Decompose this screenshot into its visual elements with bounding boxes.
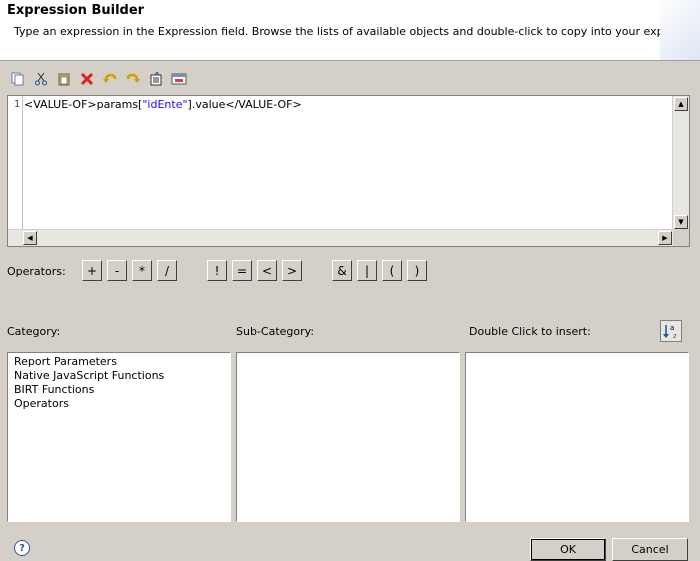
dialog-description: Type an expression in the Expression fie… bbox=[14, 25, 700, 38]
banner-decoration bbox=[660, 0, 700, 60]
validate-icon[interactable] bbox=[169, 69, 188, 88]
undo-icon[interactable] bbox=[100, 69, 119, 88]
expression-editor[interactable]: 1 <VALUE-OF>params["idEnte"].value</VALU… bbox=[7, 95, 690, 247]
operator-close-paren-button[interactable]: ) bbox=[407, 260, 427, 281]
operators-label: Operators: bbox=[7, 265, 66, 278]
cancel-button[interactable]: Cancel bbox=[612, 538, 688, 561]
help-icon[interactable]: ? bbox=[14, 540, 30, 556]
subcategory-list[interactable] bbox=[236, 352, 460, 522]
expression-text[interactable]: <VALUE-OF>params["idEnte"].value</VALUE-… bbox=[24, 98, 302, 111]
category-item-native-javascript-functions[interactable]: Native JavaScript Functions bbox=[14, 369, 230, 383]
scroll-down-button[interactable]: ▼ bbox=[674, 215, 688, 229]
code-string: "idEnte" bbox=[142, 98, 188, 111]
scroll-right-button[interactable]: ▶ bbox=[658, 231, 672, 245]
category-label: Category: bbox=[7, 325, 61, 338]
scrollbar-corner bbox=[673, 230, 689, 246]
editor-toolbar bbox=[8, 69, 188, 89]
horizontal-scrollbar[interactable]: ◀ ▶ bbox=[8, 229, 689, 246]
operator-and-button[interactable]: & bbox=[332, 260, 352, 281]
insert-list[interactable] bbox=[465, 352, 689, 522]
cut-icon[interactable] bbox=[31, 69, 50, 88]
subcategory-label: Sub-Category: bbox=[236, 325, 315, 338]
operator-less-than-button[interactable]: < bbox=[257, 260, 277, 281]
code-prefix: <VALUE-OF>params[ bbox=[24, 98, 143, 111]
operator-not-button[interactable]: ! bbox=[207, 260, 227, 281]
insert-label: Double Click to insert: bbox=[469, 325, 591, 338]
category-item-birt-functions[interactable]: BIRT Functions bbox=[14, 383, 230, 397]
sort-az-button[interactable]: az bbox=[660, 320, 682, 342]
scroll-left-button[interactable]: ◀ bbox=[23, 231, 37, 245]
code-suffix: ].value</VALUE-OF> bbox=[187, 98, 302, 111]
select-all-icon[interactable] bbox=[146, 69, 165, 88]
line-number: 1 bbox=[14, 99, 21, 110]
scroll-up-button[interactable]: ▲ bbox=[674, 97, 688, 111]
vertical-scrollbar[interactable]: ▲ ▼ bbox=[672, 96, 689, 230]
svg-text:z: z bbox=[673, 332, 677, 339]
svg-text:a: a bbox=[670, 324, 674, 332]
paste-icon[interactable] bbox=[54, 69, 73, 88]
sort-az-icon: az bbox=[663, 324, 677, 339]
line-number-gutter: 1 bbox=[8, 96, 23, 230]
category-list[interactable]: Report Parameters Native JavaScript Func… bbox=[7, 352, 231, 522]
operator-minus-button[interactable]: - bbox=[107, 260, 127, 281]
ok-button[interactable]: OK bbox=[530, 538, 606, 561]
redo-icon[interactable] bbox=[123, 69, 142, 88]
operator-plus-button[interactable]: + bbox=[82, 260, 102, 281]
operator-greater-than-button[interactable]: > bbox=[282, 260, 302, 281]
category-item-report-parameters[interactable]: Report Parameters bbox=[14, 355, 230, 369]
operator-multiply-button[interactable]: * bbox=[132, 260, 152, 281]
operator-divide-button[interactable]: / bbox=[157, 260, 177, 281]
operator-or-button[interactable]: | bbox=[357, 260, 377, 281]
operator-open-paren-button[interactable]: ( bbox=[382, 260, 402, 281]
category-item-operators[interactable]: Operators bbox=[14, 397, 230, 411]
operator-equals-button[interactable]: = bbox=[232, 260, 252, 281]
copy-icon[interactable] bbox=[8, 69, 27, 88]
dialog-header: Expression Builder Type an expression in… bbox=[0, 0, 700, 61]
delete-icon[interactable] bbox=[77, 69, 96, 88]
dialog-title: Expression Builder bbox=[7, 3, 145, 18]
